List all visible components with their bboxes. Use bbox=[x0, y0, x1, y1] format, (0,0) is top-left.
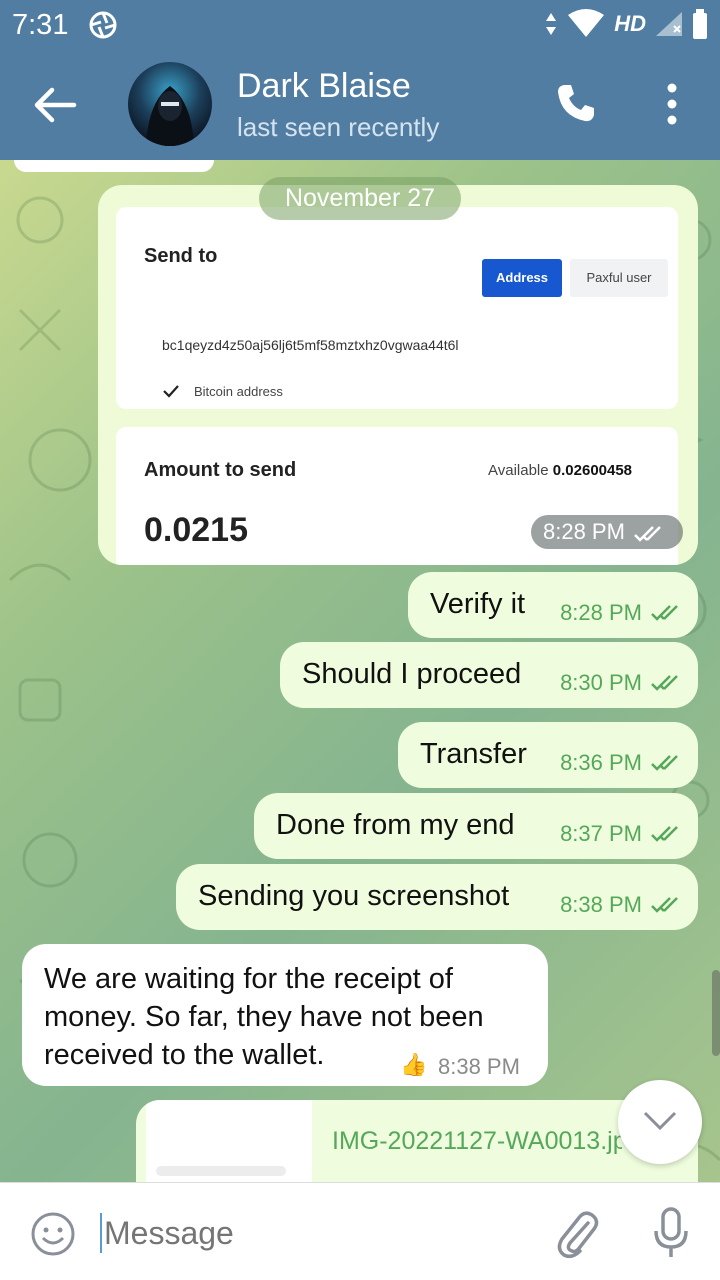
message-time: 8:37 PM bbox=[560, 821, 642, 846]
scroll-to-bottom-button[interactable] bbox=[618, 1080, 702, 1164]
emoji-icon[interactable] bbox=[30, 1211, 76, 1257]
available-balance: Available 0.02600458 bbox=[488, 462, 632, 479]
phone-icon[interactable] bbox=[555, 82, 597, 124]
double-check-icon bbox=[651, 605, 678, 621]
file-thumbnail bbox=[146, 1100, 312, 1190]
send-to-card: Send to Address Paxful user bc1qeyzd4z50… bbox=[116, 207, 678, 409]
message-time: 8:38 PM bbox=[438, 1054, 520, 1079]
message-text: Done from my end bbox=[276, 809, 515, 841]
double-check-icon bbox=[651, 897, 678, 913]
available-label: Available bbox=[488, 462, 549, 479]
message-text: Verify it bbox=[430, 588, 526, 620]
paxful-user-tab-button: Paxful user bbox=[570, 259, 668, 297]
chevron-down-icon bbox=[643, 1111, 677, 1131]
more-vertical-icon[interactable] bbox=[658, 82, 686, 126]
paperclip-icon[interactable] bbox=[554, 1209, 600, 1259]
available-value: 0.02600458 bbox=[552, 462, 633, 479]
message-text: Transfer bbox=[420, 738, 527, 770]
back-arrow-icon[interactable] bbox=[30, 84, 78, 126]
message-composer bbox=[0, 1182, 720, 1280]
camera-aperture-icon bbox=[89, 11, 117, 39]
status-time: 7:31 bbox=[12, 9, 69, 41]
file-name: IMG-20221127-WA0013.jpg bbox=[332, 1127, 622, 1155]
incoming-message[interactable]: We are waiting for the receipt of money.… bbox=[22, 944, 548, 1086]
outgoing-message[interactable]: Sending you screenshot 8:38 PM bbox=[176, 864, 698, 930]
wifi-icon bbox=[568, 9, 605, 37]
double-check-icon bbox=[651, 826, 678, 842]
data-arrows-icon bbox=[546, 13, 557, 35]
previous-message-fragment bbox=[14, 160, 214, 172]
outgoing-message[interactable]: Done from my end 8:37 PM bbox=[254, 793, 698, 859]
message-time: 8:28 PM bbox=[560, 600, 642, 625]
double-check-icon bbox=[634, 526, 661, 542]
send-to-label: Send to bbox=[144, 245, 218, 267]
image-timestamp: 8:28 PM bbox=[531, 515, 683, 549]
address-tab-button: Address bbox=[482, 259, 562, 297]
chat-header: Dark Blaise last seen recently bbox=[0, 50, 720, 160]
thumbs-up-reaction[interactable]: 👍 bbox=[400, 1052, 427, 1078]
bitcoin-address-value: bc1qeyzd4z50aj56lj6t5mf58mztxhz0vgwaa44t… bbox=[162, 337, 459, 353]
status-bar: 7:31 HD bbox=[0, 0, 720, 50]
microphone-icon[interactable] bbox=[652, 1207, 690, 1259]
contact-status: last seen recently bbox=[237, 112, 440, 142]
outgoing-message[interactable]: Verify it 8:28 PM bbox=[408, 572, 698, 638]
message-time: 8:38 PM bbox=[560, 892, 642, 917]
message-text: Should I proceed bbox=[302, 658, 522, 690]
double-check-icon bbox=[651, 755, 678, 771]
contact-avatar[interactable] bbox=[128, 62, 212, 146]
amount-value: 0.0215 bbox=[144, 511, 248, 549]
date-separator: November 27 bbox=[259, 177, 461, 220]
amount-label: Amount to send bbox=[144, 459, 297, 481]
network-type: HD bbox=[614, 11, 646, 36]
checkmark-icon bbox=[163, 385, 179, 398]
message-time: 8:36 PM bbox=[560, 750, 642, 775]
message-text: Sending you screenshot bbox=[198, 880, 510, 912]
chat-scrollbar[interactable] bbox=[712, 970, 720, 1056]
message-input[interactable] bbox=[104, 1213, 524, 1253]
image-time-text: 8:28 PM bbox=[543, 519, 625, 544]
hooded-figure-icon bbox=[146, 86, 194, 146]
signal-icon bbox=[656, 12, 682, 36]
message-time: 8:30 PM bbox=[560, 670, 642, 695]
outgoing-message[interactable]: Should I proceed 8:30 PM bbox=[280, 642, 698, 708]
image-message[interactable]: Send to Address Paxful user bc1qeyzd4z50… bbox=[98, 185, 698, 565]
status-icons: HD bbox=[544, 8, 708, 40]
file-message[interactable]: IMG-20221127-WA0013.jpg bbox=[136, 1100, 698, 1190]
double-check-icon bbox=[651, 675, 678, 691]
address-type-label: Bitcoin address bbox=[194, 384, 283, 399]
contact-name[interactable]: Dark Blaise bbox=[237, 67, 411, 106]
outgoing-message[interactable]: Transfer 8:36 PM bbox=[398, 722, 698, 788]
text-cursor bbox=[100, 1213, 102, 1253]
battery-icon bbox=[693, 9, 707, 39]
